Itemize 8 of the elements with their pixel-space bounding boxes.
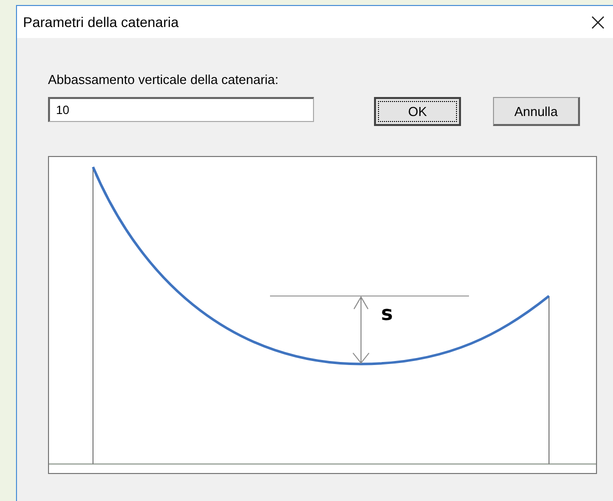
dialog-button[interactable]: OK [374, 97, 461, 126]
dialog-button[interactable]: Annulla [493, 97, 580, 126]
sag-label: s [381, 301, 393, 325]
window-title: Parametri della catenaria [23, 14, 179, 30]
close-button[interactable]: × [582, 8, 613, 36]
sag-arrow [352, 296, 370, 364]
field-label: Abbassamento verticale della catenaria: [48, 72, 280, 87]
input-field[interactable]: 10 [48, 97, 314, 122]
